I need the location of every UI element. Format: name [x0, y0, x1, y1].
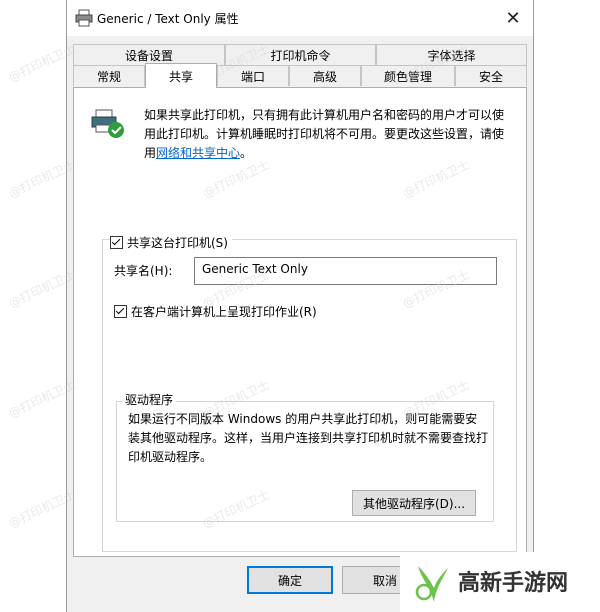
network-sharing-center-link[interactable]: 网络和共享中心 [156, 146, 240, 160]
tab-strip: 设备设置 打印机命令 字体选择 常规 共享 端口 高级 颜色管理 安全 [73, 44, 527, 88]
sharing-panel: 如果共享此打印机，只有拥有此计算机用户名和密码的用户才可以使用此打印机。计算机睡… [73, 87, 527, 557]
tab-general[interactable]: 常规 [73, 65, 145, 86]
title-bar: Generic / Text Only 属性 ✕ [67, 0, 533, 36]
sharing-info-text: 如果共享此打印机，只有拥有此计算机用户名和密码的用户才可以使用此打印机。计算机睡… [144, 106, 514, 163]
checkbox-checked-icon [110, 236, 123, 249]
tab-sharing[interactable]: 共享 [145, 63, 217, 88]
tab-advanced[interactable]: 高级 [289, 65, 361, 86]
tab-device-settings[interactable]: 设备设置 [73, 44, 225, 65]
additional-drivers-button[interactable]: 其他驱动程序(D)... [352, 490, 476, 516]
printer-icon [75, 9, 93, 27]
leaf-logo-icon [415, 566, 448, 602]
tab-color-management[interactable]: 颜色管理 [361, 65, 455, 86]
share-name-label: 共享名(H): [114, 264, 173, 278]
tab-ports[interactable]: 端口 [217, 65, 289, 86]
render-on-client-checkbox[interactable]: 在客户端计算机上呈现打印作业(R) [114, 303, 321, 320]
shared-printer-icon [91, 109, 124, 138]
render-on-client-label: 在客户端计算机上呈现打印作业(R) [131, 305, 317, 319]
sharing-info-suffix: 。 [240, 146, 253, 160]
checkbox-checked-icon [114, 305, 127, 318]
share-name-input[interactable]: Generic Text Only [194, 257, 497, 285]
close-button[interactable]: ✕ [493, 0, 533, 36]
close-icon: ✕ [505, 7, 521, 29]
ok-button[interactable]: 确定 [247, 566, 333, 594]
tab-font-selection[interactable]: 字体选择 [376, 44, 527, 65]
logo-text: 高新手游网 [458, 571, 569, 596]
tab-security[interactable]: 安全 [455, 65, 527, 86]
tab-printer-commands[interactable]: 打印机命令 [225, 44, 376, 65]
window-title: Generic / Text Only 属性 [97, 12, 239, 26]
share-printer-label: 共享这台打印机(S) [127, 236, 228, 250]
drivers-legend: 驱动程序 [122, 391, 177, 408]
site-logo: 高新手游网 [400, 552, 600, 612]
printer-properties-dialog: Generic / Text Only 属性 ✕ 设备设置 打印机命令 字体选择… [66, 0, 534, 612]
drivers-description: 如果运行不同版本 Windows 的用户共享此打印机，则可能需要安装其他驱动程序… [128, 412, 489, 464]
share-printer-checkbox[interactable]: 共享这台打印机(S) [110, 234, 232, 251]
